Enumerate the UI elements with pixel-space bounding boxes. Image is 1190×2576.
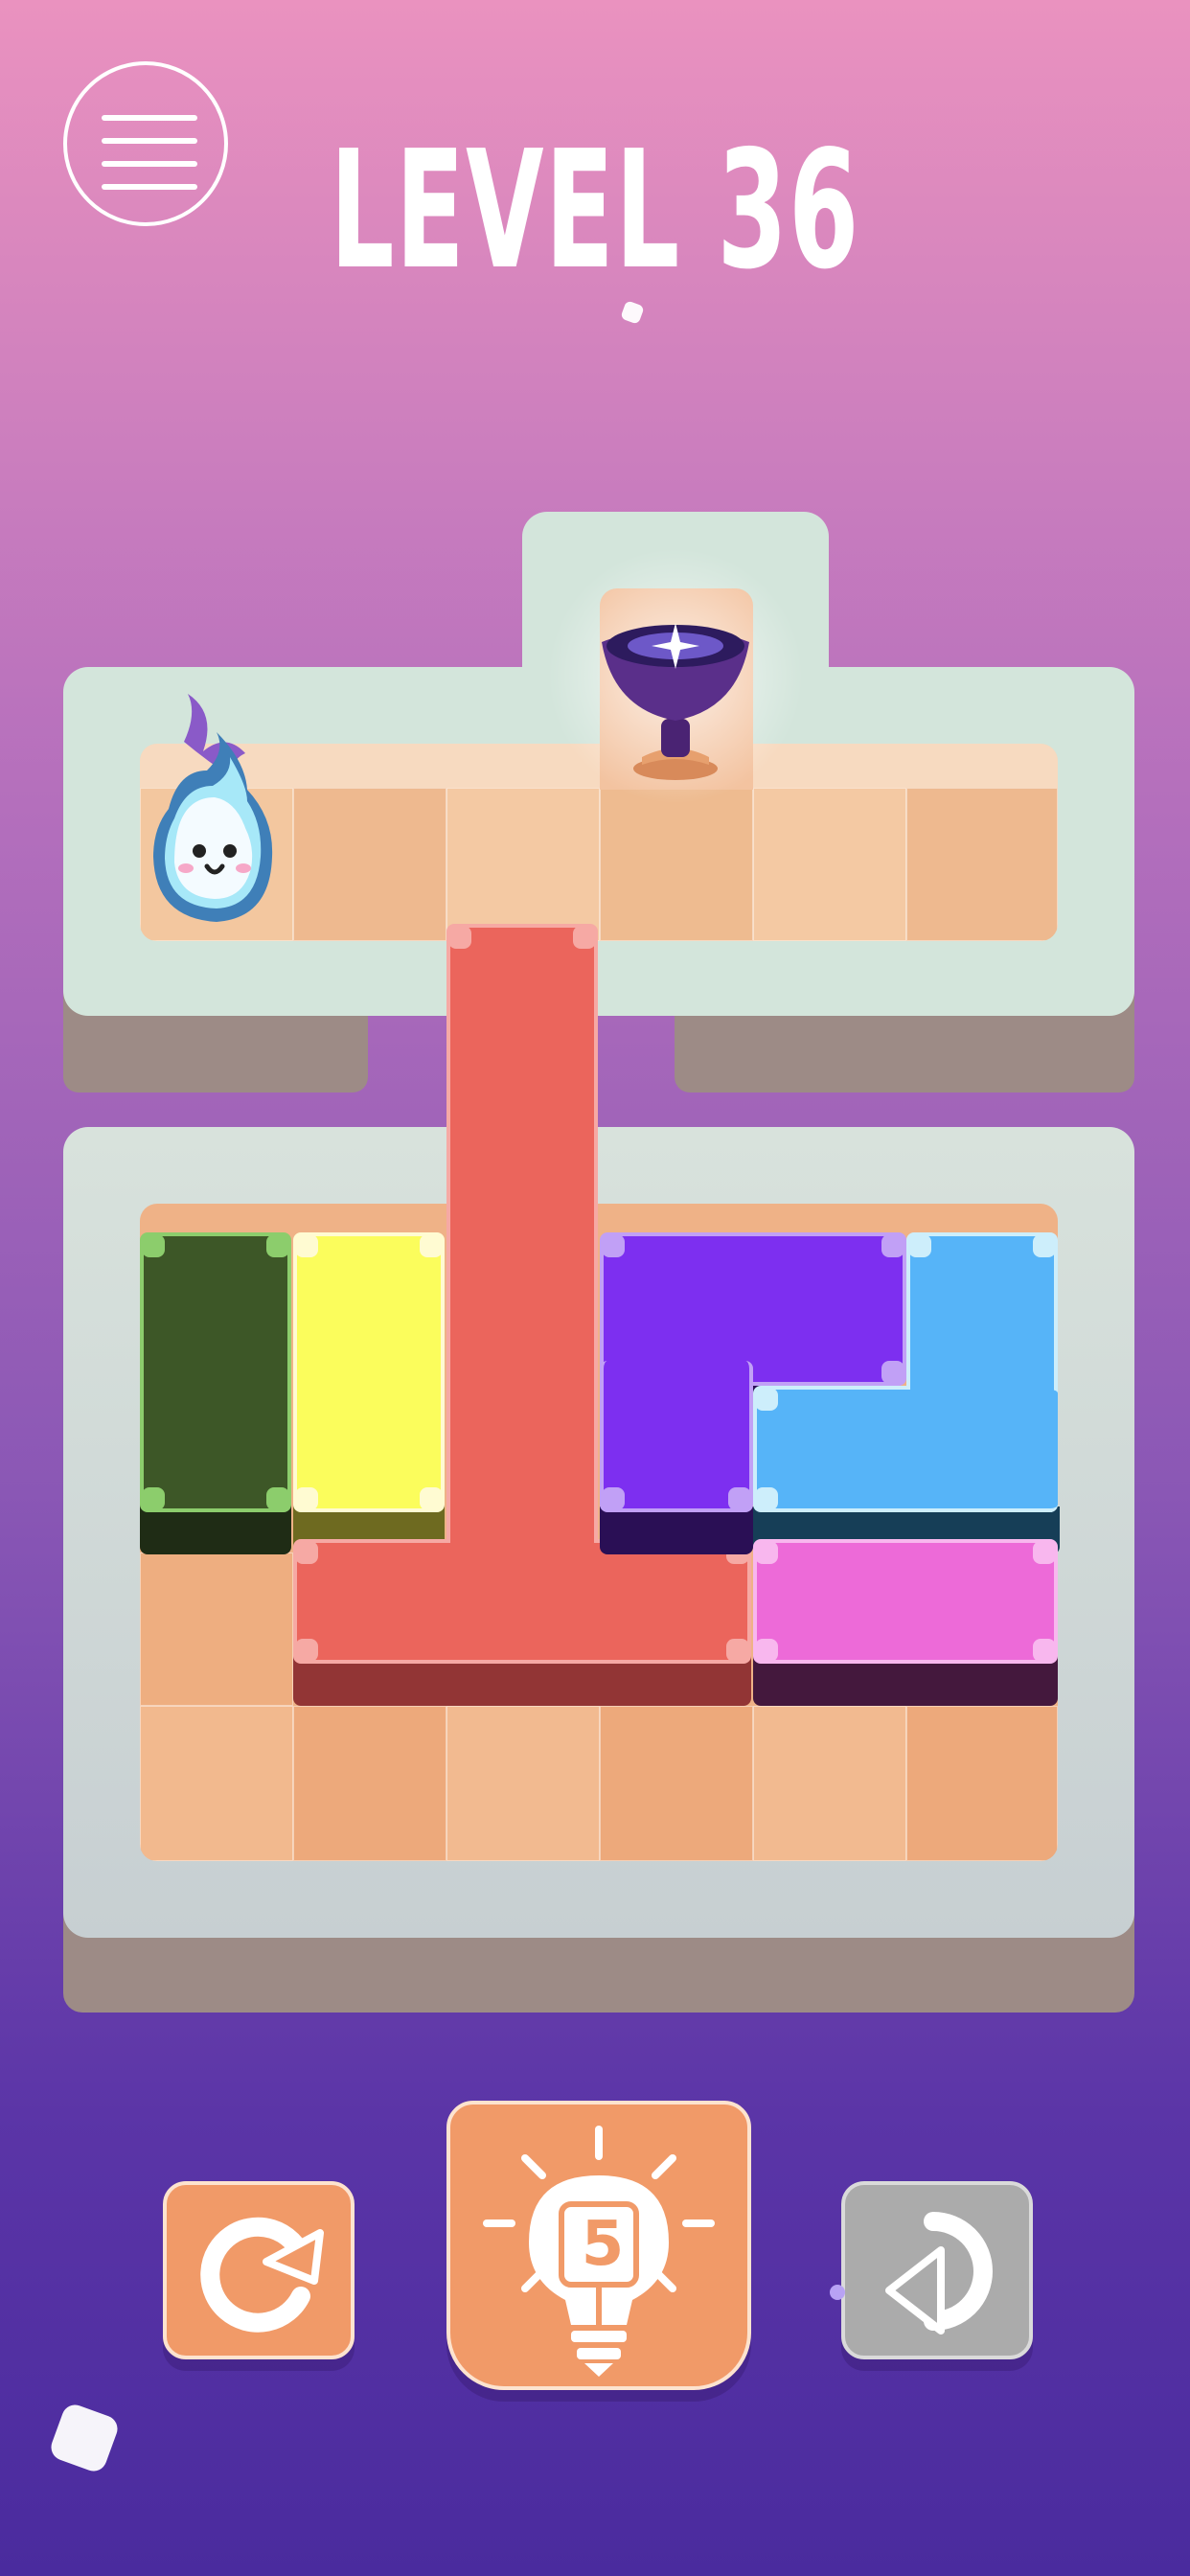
menu-line [102, 161, 197, 167]
restart-button[interactable] [163, 2181, 355, 2359]
tile [753, 1706, 906, 1861]
blue-block-lower[interactable] [753, 1386, 1058, 1512]
red-t-block-base[interactable] [293, 1539, 751, 1664]
hint-button[interactable]: 5 [446, 2101, 751, 2390]
tile [906, 788, 1058, 941]
menu-line [102, 138, 197, 144]
tile [753, 788, 906, 941]
tile [446, 788, 600, 941]
tile [293, 1706, 446, 1861]
sparkle-decoration [830, 2285, 845, 2300]
tile [906, 1706, 1058, 1861]
menu-button[interactable] [63, 61, 228, 226]
purple-block-lower[interactable] [600, 1361, 753, 1512]
red-t-block[interactable] [446, 924, 598, 1614]
undo-icon [885, 2212, 993, 2334]
sparkle-decoration [47, 2401, 122, 2475]
pink-block[interactable] [753, 1539, 1058, 1664]
tile [600, 1706, 753, 1861]
green-block[interactable] [140, 1232, 291, 1512]
tile [140, 1552, 293, 1706]
tile [293, 788, 446, 941]
yellow-block[interactable] [293, 1232, 445, 1512]
level-title: LEVEL 36 [330, 116, 860, 306]
restart-icon [200, 2217, 324, 2333]
tile [140, 1706, 293, 1861]
purple-block-shadow [600, 1506, 753, 1554]
goblet-goal-icon [602, 623, 749, 780]
menu-line [102, 184, 197, 190]
tile [446, 1706, 600, 1861]
menu-line [102, 115, 197, 121]
hint-count: 5 [581, 2209, 625, 2280]
undo-button[interactable] [841, 2181, 1033, 2359]
fire-spirit-player-icon[interactable] [140, 694, 297, 924]
